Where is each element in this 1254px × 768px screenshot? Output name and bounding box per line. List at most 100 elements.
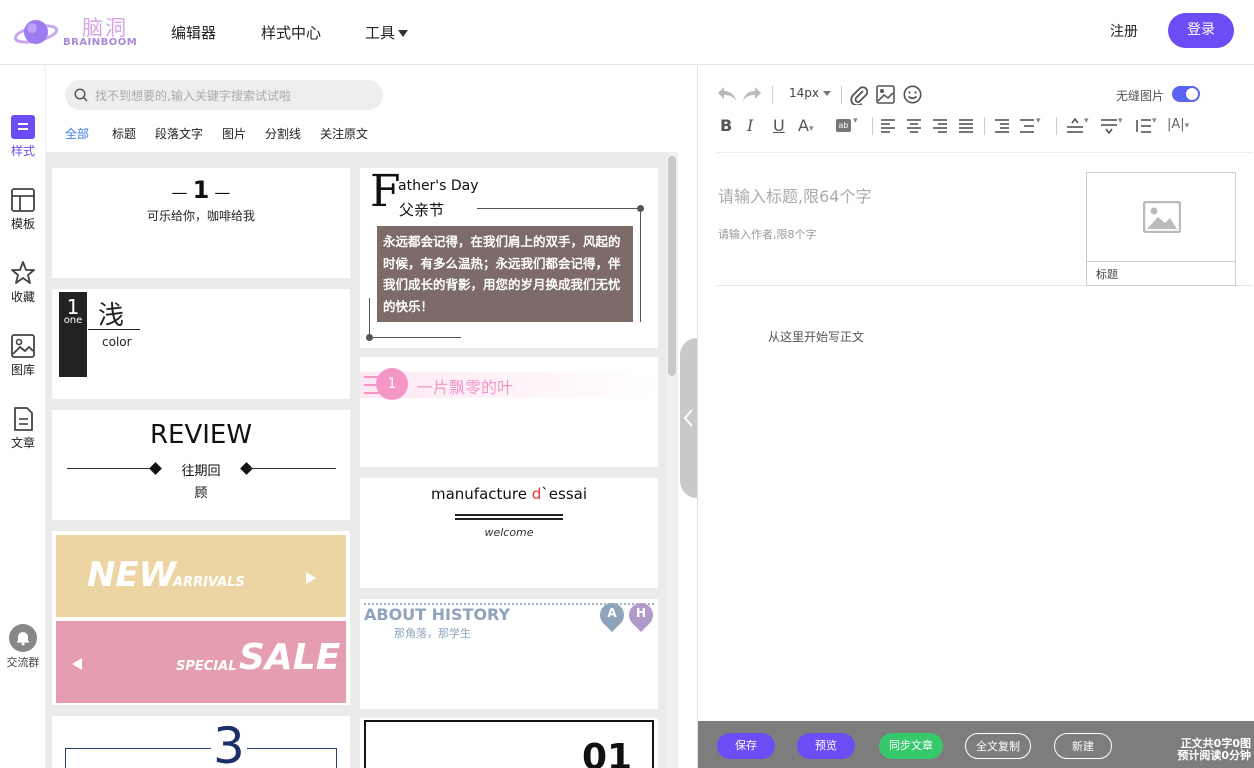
highlight-icon[interactable]: ab: [836, 119, 851, 132]
caret-down-icon: [823, 91, 831, 96]
emoji-icon[interactable]: [903, 85, 922, 104]
preview-button[interactable]: 预览: [797, 733, 855, 759]
font-size-value: 14px: [789, 86, 819, 100]
card-dash-number: — 1 —: [52, 176, 350, 204]
manufacture-d: d: [531, 485, 542, 503]
tab-title[interactable]: 标题: [112, 125, 136, 142]
spacing-before-icon[interactable]: [1066, 118, 1084, 134]
toolbar-divider: [1056, 117, 1057, 135]
sidebar-community[interactable]: 交流群: [0, 624, 46, 670]
align-left-icon[interactable]: [880, 118, 896, 134]
register-link[interactable]: 注册: [1110, 21, 1138, 41]
nav-editor[interactable]: 编辑器: [171, 22, 216, 43]
tab-follow[interactable]: 关注原文: [320, 125, 368, 142]
tab-all[interactable]: 全部: [65, 125, 89, 142]
manufacture-line-1: [455, 514, 563, 516]
style-card-about-history[interactable]: ABOUT HISTORY 那角落，那学生 A H: [360, 599, 658, 709]
manufacture-post: `essai: [541, 485, 587, 503]
sidebar-item-favorites[interactable]: 收藏: [0, 260, 46, 305]
align-justify-icon[interactable]: [958, 118, 974, 134]
indent-icon[interactable]: [994, 118, 1010, 134]
insert-image-icon[interactable]: [876, 85, 895, 104]
style-card-number-01[interactable]: 01: [360, 718, 658, 768]
sale-text: SALE: [239, 637, 341, 678]
undo-icon[interactable]: [716, 85, 738, 103]
sidebar-item-articles[interactable]: 文章: [0, 406, 46, 451]
tab-image[interactable]: 图片: [222, 125, 246, 142]
father-line-top: [477, 208, 641, 209]
nav-style-center[interactable]: 样式中心: [261, 22, 321, 43]
logo-english-text: BRAINBOOM: [63, 37, 138, 48]
nav-tools-label: 工具: [365, 24, 396, 42]
sidebar-item-label: 文章: [10, 436, 35, 450]
card-underline: [88, 329, 140, 330]
image-placeholder-icon: [1143, 201, 1181, 233]
style-card-light-color[interactable]: 1 one 浅 color: [52, 289, 350, 399]
letter-spacing-icon[interactable]: |A|▾: [1167, 117, 1189, 132]
brand-logo[interactable]: 脑洞 BRAINBOOM: [14, 12, 138, 52]
login-button[interactable]: 登录: [1168, 13, 1234, 48]
toolbar-divider: [841, 86, 842, 104]
toolbar-separator: [716, 152, 1253, 153]
new-button[interactable]: 新建: [1054, 733, 1112, 759]
planet-logo-icon: [14, 20, 59, 44]
underline-icon[interactable]: U: [773, 114, 785, 138]
tab-paragraph[interactable]: 段落文字: [155, 125, 203, 142]
style-card-number-three[interactable]: 3: [52, 716, 350, 768]
about-subtitle: 那角落，那学生: [394, 627, 471, 640]
collapse-panel-button[interactable]: [680, 338, 697, 498]
copy-all-button[interactable]: 全文复制: [965, 733, 1031, 759]
nav-tools[interactable]: 工具: [365, 22, 409, 43]
arrivals-text: ARRIVALS: [173, 575, 245, 590]
style-card-review[interactable]: REVIEW 往期回 顾: [52, 410, 350, 520]
style-card-manufacture[interactable]: manufacture d`essai welcome: [360, 478, 658, 588]
font-size-select[interactable]: 14px: [789, 86, 831, 100]
italic-icon[interactable]: I: [747, 114, 753, 138]
toolbar-divider: [772, 86, 773, 104]
style-card-cola[interactable]: — 1 — 可乐给你，咖啡给我: [52, 168, 350, 278]
caret-down-icon: ▾: [1036, 116, 1041, 126]
black-block: 1 one: [59, 292, 87, 377]
style-scrollbar-thumb[interactable]: [668, 156, 676, 376]
manufacture-welcome: welcome: [484, 526, 534, 539]
title-input[interactable]: 请输入标题,限64个字: [718, 183, 871, 207]
style-grid: — 1 — 可乐给你，咖啡给我 1 one 浅 color REVIEW 往期回…: [46, 152, 666, 768]
bell-icon: [9, 624, 37, 652]
about-title: ABOUT HISTORY: [364, 605, 511, 624]
block-one: one: [63, 315, 83, 326]
attachment-icon[interactable]: [850, 85, 868, 105]
align-center-icon[interactable]: [906, 118, 922, 134]
father-line-bottom: [373, 337, 461, 338]
style-card-fathers-day[interactable]: F ather's Day 父亲节 永远都会记得，在我们肩上的双手，风起的时候，…: [360, 168, 658, 348]
pin-a-letter: A: [607, 606, 617, 620]
bold-icon[interactable]: B: [720, 114, 732, 138]
leaf-number-badge: 1: [376, 368, 408, 400]
seamless-image-toggle[interactable]: [1172, 86, 1200, 102]
line-height-icon[interactable]: [1134, 118, 1152, 134]
spacing-after-icon[interactable]: [1100, 118, 1118, 134]
body-editor[interactable]: 从这里开始写正文: [768, 328, 864, 345]
card-char: 浅: [98, 301, 125, 331]
cover-image-box[interactable]: 标题: [1086, 172, 1236, 286]
father-line-left: [369, 298, 370, 336]
editor-footer: 保存 预览 同步文章 全文复制 新建 正文共0字0图 预计阅读0分钟: [698, 721, 1254, 768]
font-color-icon[interactable]: A▾: [798, 114, 813, 141]
author-input[interactable]: 请输入作者,限8个字: [718, 226, 817, 242]
sidebar-item-gallery[interactable]: 图库: [0, 333, 46, 378]
new-text: NEW: [87, 555, 177, 595]
align-right-icon[interactable]: [932, 118, 948, 134]
tab-divider[interactable]: 分割线: [265, 125, 301, 142]
star-icon: [11, 261, 35, 284]
toolbar-row-2: B I U A▾ ab ▾ ▾ ▾ ▾ ▾ |A|▾: [716, 114, 1254, 138]
chevron-left-icon: [683, 409, 693, 427]
style-card-new-sale[interactable]: NEW ARRIVALS SPECIAL SALE: [52, 531, 350, 705]
play-right-icon: [306, 572, 316, 584]
sidebar-item-template[interactable]: 模板: [0, 187, 46, 232]
style-card-leaf[interactable]: 1 一片飘零的叶: [360, 357, 658, 467]
paragraph-spacing-icon[interactable]: [1019, 118, 1035, 134]
save-button[interactable]: 保存: [717, 733, 775, 759]
search-input[interactable]: 找不到想要的,输入关键字搜索试试啦: [65, 80, 383, 110]
redo-icon[interactable]: [741, 85, 763, 103]
sync-article-button[interactable]: 同步文章: [879, 733, 943, 759]
sidebar-item-style[interactable]: 样式: [0, 114, 46, 159]
